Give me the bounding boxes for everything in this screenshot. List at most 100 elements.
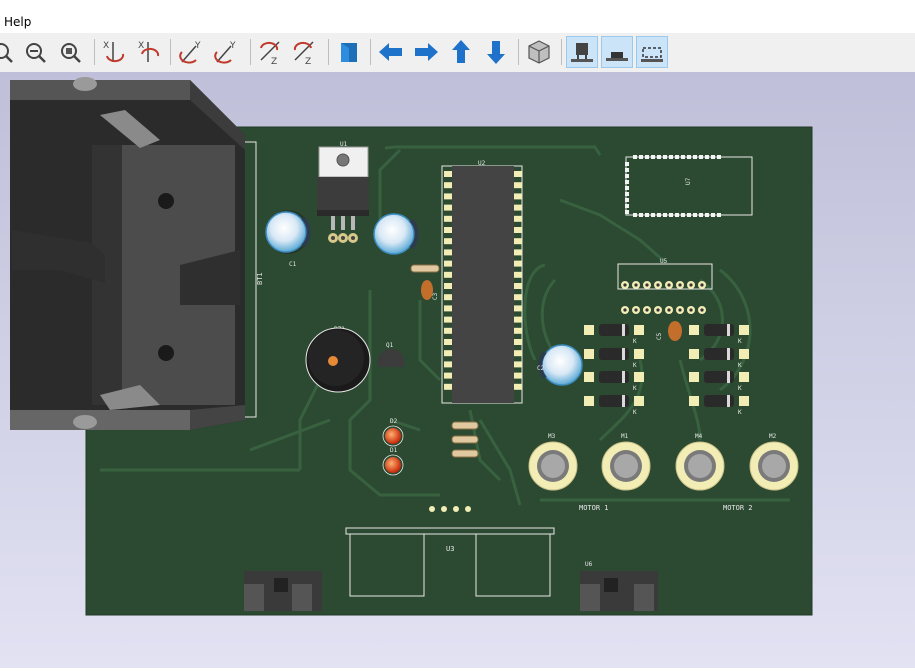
u2-pin <box>444 182 452 189</box>
u5-pin-hole <box>656 283 660 287</box>
diode-pad <box>739 396 749 406</box>
3d-viewport[interactable]: BT1 U1 C1 C3 U2 U7 U5 K K K K K K K K C5… <box>0 72 915 668</box>
c3-label: C3 <box>432 292 439 300</box>
rotate-z-ccw-button[interactable]: Z <box>289 36 321 68</box>
rotate-y-cw-button[interactable]: Y <box>176 36 208 68</box>
pan-right-icon <box>415 43 438 61</box>
u5-pin-hole <box>623 308 627 312</box>
u7-pad <box>639 213 643 217</box>
u2-pin <box>514 260 522 267</box>
rotate-x-cw-button[interactable]: X <box>99 36 131 68</box>
u7-pad <box>645 155 649 159</box>
u7-pad <box>669 155 673 159</box>
u2-pin <box>514 327 522 334</box>
u2-pin <box>514 249 522 256</box>
u7-pad <box>681 155 685 159</box>
u7-pad <box>711 213 715 217</box>
rotate-z-cw-button[interactable]: Z <box>255 36 287 68</box>
diode-pad <box>584 396 594 406</box>
u5-pin-hole <box>700 308 704 312</box>
diode-pad <box>739 372 749 382</box>
u7-pad <box>625 180 629 184</box>
motor-pad-inner <box>541 454 565 478</box>
diode-pad <box>584 349 594 359</box>
rotate-z-cw-icon: Z <box>260 41 280 67</box>
show-tht-icon <box>571 43 593 62</box>
u7-pad <box>711 155 715 159</box>
toolbar-separator <box>170 39 171 65</box>
u7-pad <box>633 213 637 217</box>
pan-right-button[interactable] <box>410 36 442 68</box>
rotate-y-cw-icon: Y <box>179 41 201 64</box>
zoom-in-button[interactable] <box>0 36 20 68</box>
u2-pin <box>514 361 522 368</box>
motor-ref-label: M4 <box>695 433 703 440</box>
motor-ref-label: M1 <box>621 433 629 440</box>
u2-pin <box>444 215 452 222</box>
u2-pin <box>444 339 452 345</box>
diode-pad <box>739 349 749 359</box>
rotate-x-ccw-button[interactable]: X <box>134 36 166 68</box>
u6-label: U6 <box>585 561 593 568</box>
u5-pin-hole <box>667 283 671 287</box>
u2-pin <box>444 283 452 289</box>
u2-pin <box>514 372 522 379</box>
motor-pad-inner <box>762 454 786 478</box>
pan-up-icon <box>452 40 470 63</box>
motor-pad-inner <box>614 454 638 478</box>
rotate-y-ccw-button[interactable]: Y <box>211 36 243 68</box>
u5-pin-hole <box>645 308 649 312</box>
diode-band <box>727 371 730 383</box>
show-tht-toggle[interactable] <box>566 36 598 68</box>
pan-left-button[interactable] <box>375 36 407 68</box>
d1-label: D1 <box>390 447 398 454</box>
u2-pin <box>514 339 522 345</box>
rotate-x-cw-icon: X <box>103 41 125 63</box>
u2-pin <box>514 171 522 177</box>
u2-pin <box>444 249 452 256</box>
u5-pin-hole <box>634 283 638 287</box>
u7-pad <box>625 192 629 196</box>
u2-pin <box>444 294 452 301</box>
u2-pin <box>514 193 522 200</box>
u7-pad <box>645 213 649 217</box>
microcontroller-u2: U2 <box>441 160 523 404</box>
zoom-fit-button[interactable] <box>55 36 87 68</box>
diode-pad <box>634 396 644 406</box>
pan-up-button[interactable] <box>445 36 477 68</box>
u7-pad <box>625 198 629 202</box>
u7-pad <box>625 174 629 178</box>
menu-bar: Help <box>0 0 915 33</box>
diode-k-label: K <box>738 362 742 369</box>
toolbar-separator <box>518 39 519 65</box>
flip-board-icon <box>341 43 357 62</box>
diode-pad <box>634 349 644 359</box>
resistor-array <box>451 421 479 458</box>
u2-pin <box>514 316 522 323</box>
u7-pad <box>625 186 629 190</box>
u2-pin <box>444 305 452 312</box>
show-virtual-toggle[interactable] <box>636 36 668 68</box>
u5-pin-hole <box>667 308 671 312</box>
u7-pad <box>681 213 685 217</box>
menu-help[interactable]: Help <box>4 15 31 29</box>
u5-pin-hole <box>700 283 704 287</box>
show-smd-icon <box>606 52 628 61</box>
resistor-r1 <box>410 264 440 273</box>
toolbar-separator <box>250 39 251 65</box>
u2-pin <box>444 204 452 211</box>
diode-band <box>622 324 625 336</box>
ortho-view-button[interactable] <box>523 36 555 68</box>
flip-board-button[interactable] <box>333 36 365 68</box>
diode-k-label: K <box>738 338 742 345</box>
3d-canvas: BT1 U1 C1 C3 U2 U7 U5 KKKKKKKK C5 C2 Q1 … <box>0 72 915 668</box>
toolbar: X X Y Y Z Z <box>0 33 915 73</box>
diode-band <box>622 348 625 360</box>
diode-pad <box>634 325 644 335</box>
u2-pin <box>444 350 452 357</box>
u7-pad <box>639 155 643 159</box>
show-smd-toggle[interactable] <box>601 36 633 68</box>
pan-down-button[interactable] <box>480 36 512 68</box>
u7-pad <box>693 155 697 159</box>
zoom-out-button[interactable] <box>20 36 52 68</box>
